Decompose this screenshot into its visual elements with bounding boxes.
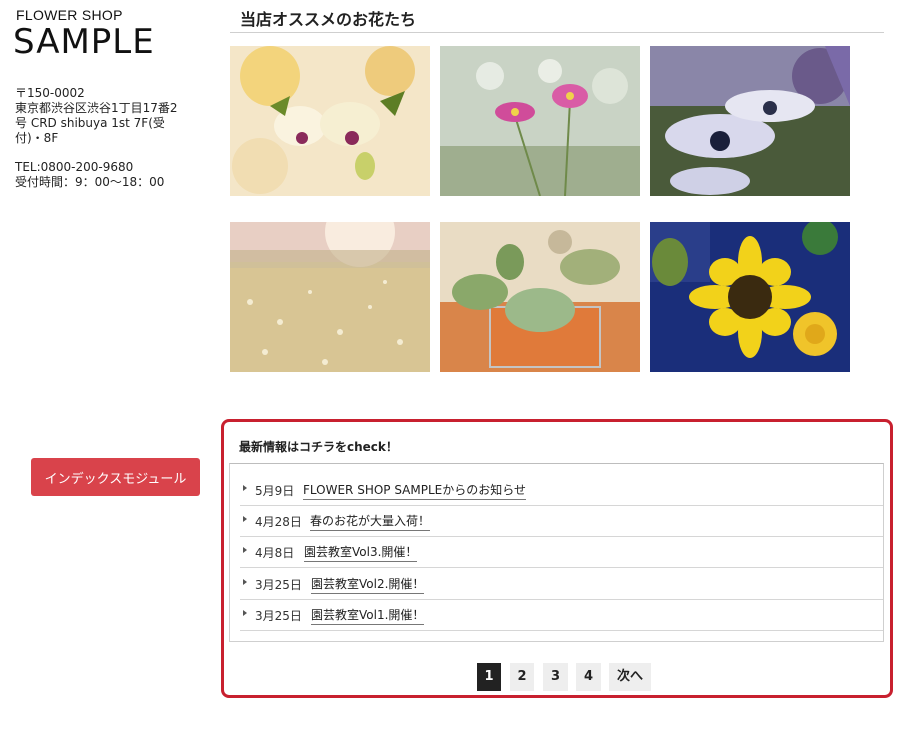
address-line: 〒150-0002 — [15, 86, 85, 100]
news-date: 3月25日 — [255, 578, 302, 592]
succulent-photo[interactable] — [440, 222, 640, 372]
news-date: 4月28日 — [255, 515, 302, 529]
page-3-button[interactable]: 3 — [543, 663, 568, 691]
news-date: 5月9日 — [255, 484, 295, 498]
news-date: 4月8日 — [255, 546, 295, 560]
shop-hours: 受付時間：9：00〜18：00 — [15, 175, 165, 189]
next-page-button[interactable]: 次へ — [609, 663, 651, 691]
page-4-button[interactable]: 4 — [576, 663, 601, 691]
arrow-right-icon — [243, 610, 247, 616]
news-link[interactable]: 春のお花が大量入荷！ — [310, 512, 431, 531]
address-line: 東京都渋谷区渋谷1丁目17番2 — [15, 101, 178, 115]
arrow-right-icon — [243, 485, 247, 491]
logo-title[interactable]: SAMPLE — [13, 22, 155, 62]
list-item: 3月25日 園芸教室Vol2.開催！ — [240, 568, 883, 600]
news-link[interactable]: FLOWER SHOP SAMPLEからのお知らせ — [303, 481, 527, 500]
news-link[interactable]: 園芸教室Vol1.開催！ — [311, 606, 425, 625]
page-1-button[interactable]: 1 — [477, 663, 501, 691]
section-title: 当店オススメのお花たち — [240, 10, 417, 29]
news-link[interactable]: 園芸教室Vol3.開催！ — [304, 543, 418, 562]
news-title: 最新情報はコチラをcheck！ — [239, 440, 398, 454]
news-link[interactable]: 園芸教室Vol2.開催！ — [311, 575, 425, 594]
title-divider — [230, 32, 884, 33]
address-line: 号 CRD shibuya 1st 7F(受 — [15, 116, 165, 130]
cosmos-photo[interactable] — [440, 46, 640, 196]
shop-tel: TEL:0800-200-9680 — [15, 160, 134, 174]
orchid-photo[interactable] — [230, 46, 430, 196]
list-item: 5月9日 FLOWER SHOP SAMPLEからのお知らせ — [240, 474, 883, 506]
list-item: 3月25日 園芸教室Vol1.開催！ — [240, 599, 883, 631]
shop-address: 〒150-0002 東京都渋谷区渋谷1丁目17番2 号 CRD shibuya … — [15, 86, 185, 190]
address-line: 付)・8F — [15, 131, 59, 145]
news-date: 3月25日 — [255, 609, 302, 623]
arrow-right-icon — [243, 579, 247, 585]
list-item: 4月28日 春のお花が大量入荷！ — [240, 505, 883, 537]
arrow-right-icon — [243, 516, 247, 522]
page-2-button[interactable]: 2 — [510, 663, 534, 691]
sunflower-photo[interactable] — [650, 222, 850, 372]
logo-subtitle: FLOWER SHOP — [16, 7, 123, 23]
field-photo[interactable] — [230, 222, 430, 372]
list-item: 4月8日 園芸教室Vol3.開催！ — [240, 536, 883, 568]
index-module-button[interactable]: インデックスモジュール — [31, 458, 200, 496]
daisy-photo[interactable] — [650, 46, 850, 196]
arrow-right-icon — [243, 547, 247, 553]
